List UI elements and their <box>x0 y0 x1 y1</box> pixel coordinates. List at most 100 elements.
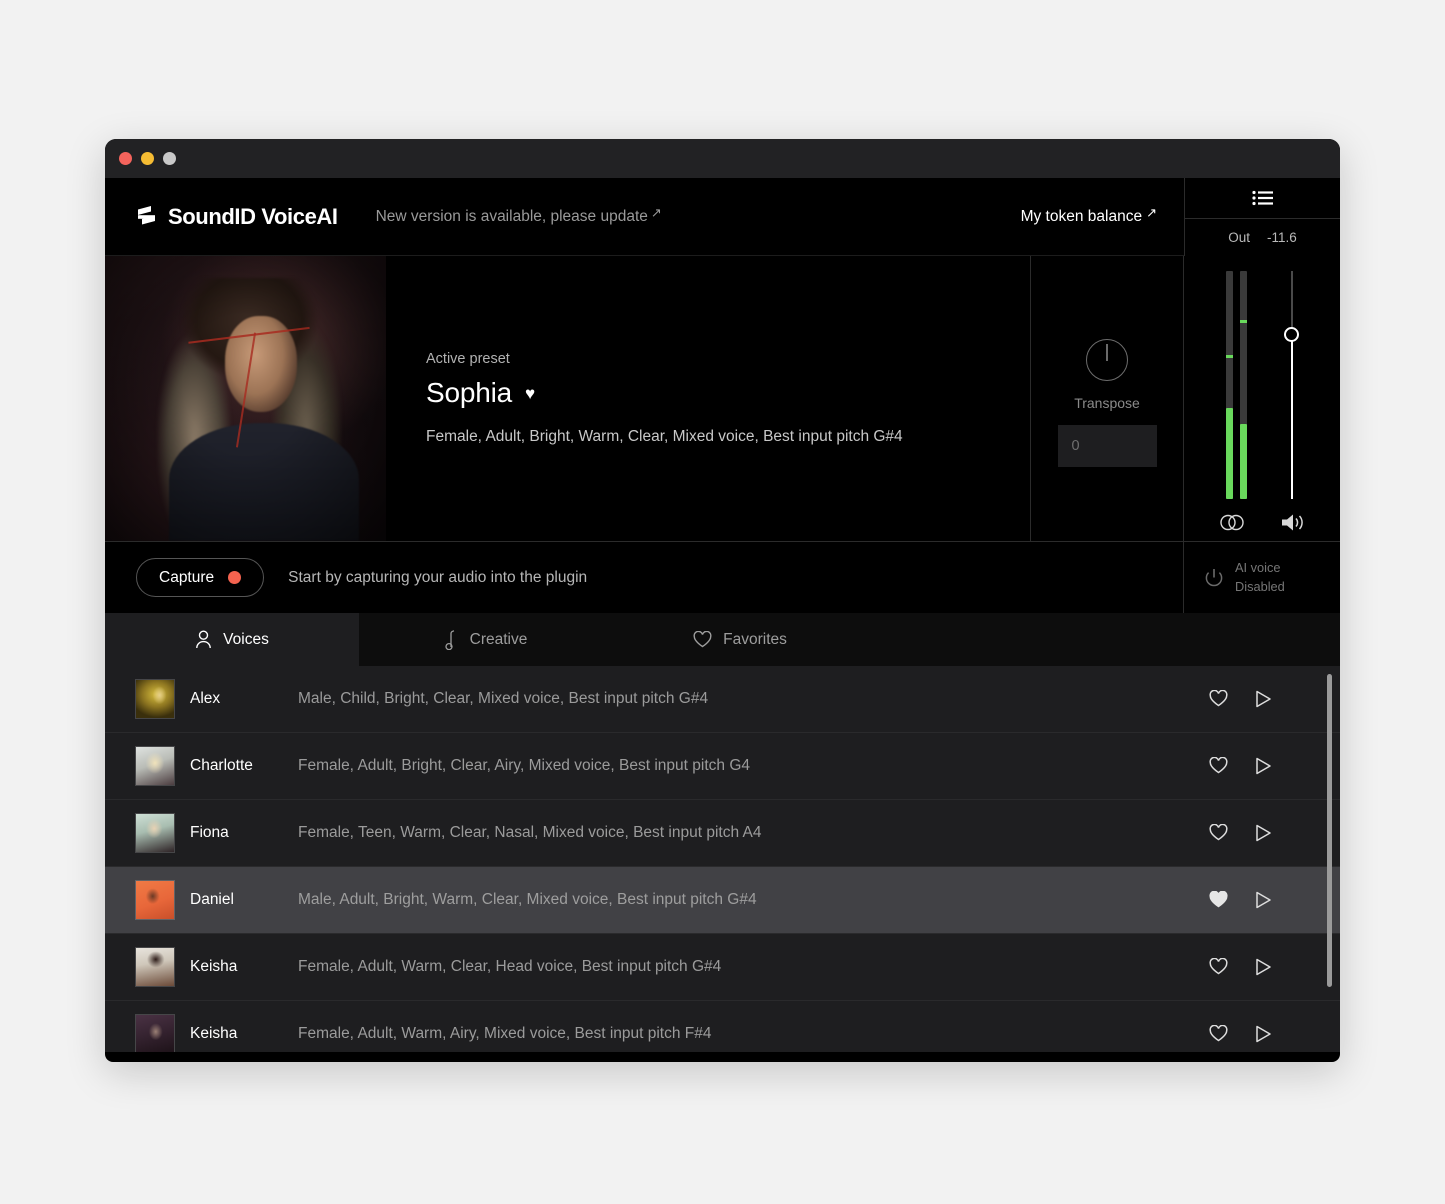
brand-title: SoundID VoiceAI <box>168 203 338 229</box>
table-row[interactable]: Fiona Female, Teen, Warm, Clear, Nasal, … <box>105 800 1340 867</box>
meter-header: Out -11.6 <box>1184 178 1340 256</box>
play-icon[interactable] <box>1255 824 1274 843</box>
keisha-1-avatar <box>135 947 175 987</box>
meter-wrap <box>1225 256 1299 499</box>
charlotte-avatar <box>135 746 175 786</box>
table-row[interactable]: Keisha Female, Adult, Warm, Clear, Head … <box>105 934 1340 1001</box>
transpose-panel: Transpose 0 <box>1031 256 1184 541</box>
play-icon[interactable] <box>1255 690 1274 709</box>
app-header: SoundID VoiceAI New version is available… <box>105 178 1340 256</box>
capture-button[interactable]: Capture <box>136 558 265 597</box>
external-link-icon: ↗ <box>650 204 662 220</box>
heart-icon[interactable] <box>1209 756 1228 776</box>
transpose-knob[interactable] <box>1086 339 1128 381</box>
tab-favorites-label: Favorites <box>723 630 787 648</box>
tab-bar: Voices Creative Favorites <box>105 613 1340 666</box>
voice-tags: Male, Adult, Bright, Warm, Clear, Mixed … <box>298 891 757 908</box>
level-meter-right <box>1239 271 1247 499</box>
heart-icon[interactable] <box>1209 1024 1228 1044</box>
voice-name: Charlotte <box>190 757 253 774</box>
output-fader[interactable] <box>1284 271 1299 499</box>
table-row[interactable]: Charlotte Female, Adult, Bright, Clear, … <box>105 733 1340 800</box>
heart-outline-icon <box>693 631 712 648</box>
voice-tags: Female, Adult, Warm, Airy, Mixed voice, … <box>298 1025 712 1042</box>
table-row[interactable]: Alex Male, Child, Bright, Clear, Mixed v… <box>105 666 1340 733</box>
tab-voices-label: Voices <box>223 630 269 648</box>
daniel-avatar <box>135 880 175 920</box>
heart-icon[interactable] <box>1209 890 1228 910</box>
external-link-icon: ↗ <box>1146 204 1157 220</box>
maximize-button[interactable] <box>163 152 176 165</box>
update-notice[interactable]: New version is available, please update … <box>375 204 662 226</box>
tab-creative-label: Creative <box>469 630 528 648</box>
output-meter-panel <box>1184 256 1340 541</box>
voice-name: Keisha <box>190 958 238 975</box>
voice-list-scrollbar[interactable] <box>1327 674 1332 987</box>
table-row[interactable]: Keisha Female, Adult, Warm, Airy, Mixed … <box>105 1001 1340 1052</box>
voice-list: Alex Male, Child, Bright, Clear, Mixed v… <box>105 666 1340 1052</box>
person-icon <box>195 630 212 649</box>
minimize-button[interactable] <box>141 152 154 165</box>
stereo-link-icon[interactable] <box>1219 514 1245 531</box>
capture-bar-left: Capture Start by capturing your audio in… <box>105 542 1184 613</box>
ai-voice-toggle[interactable]: AI voice Disabled <box>1184 542 1340 613</box>
heart-icon[interactable] <box>1209 689 1228 709</box>
voice-tags: Female, Adult, Bright, Clear, Airy, Mixe… <box>298 757 750 774</box>
level-meters <box>1225 271 1247 499</box>
level-meter-left <box>1225 271 1233 499</box>
soundid-logo-icon <box>135 204 158 230</box>
app-header-left: SoundID VoiceAI New version is available… <box>105 178 1184 256</box>
speaker-icon[interactable] <box>1281 513 1305 532</box>
power-icon[interactable] <box>1203 567 1225 589</box>
update-notice-label: New version is available, please update <box>375 207 648 225</box>
capture-bar: Capture Start by capturing your audio in… <box>105 541 1340 613</box>
plugin-window: SoundID VoiceAI New version is available… <box>105 139 1340 1062</box>
meter-footer <box>1219 513 1305 532</box>
active-preset-label: Active preset <box>426 351 510 367</box>
token-balance-link[interactable]: My token balance ↗ <box>1021 204 1157 226</box>
voice-tags: Female, Adult, Warm, Clear, Head voice, … <box>298 958 722 975</box>
page-root: SoundID VoiceAI New version is available… <box>0 0 1445 1204</box>
row-actions <box>1209 689 1340 709</box>
tab-bar-filler <box>867 613 1340 666</box>
out-value: -11.6 <box>1266 230 1297 245</box>
tab-creative[interactable]: Creative <box>359 613 613 666</box>
table-row[interactable]: Daniel Male, Adult, Bright, Warm, Clear,… <box>105 867 1340 934</box>
music-note-icon <box>444 629 459 650</box>
play-icon[interactable] <box>1255 757 1274 776</box>
ai-voice-state: Disabled <box>1235 578 1285 594</box>
voice-name: Fiona <box>190 824 229 841</box>
heart-icon[interactable] <box>1209 823 1228 843</box>
tab-voices[interactable]: Voices <box>105 613 359 666</box>
row-actions <box>1209 957 1340 977</box>
keisha-2-avatar <box>135 1014 175 1052</box>
row-actions <box>1209 1024 1340 1044</box>
tab-favorites[interactable]: Favorites <box>613 613 867 666</box>
preset-list-button[interactable] <box>1185 178 1340 219</box>
active-preset-panel: Active preset Sophia ♥ Female, Adult, Br… <box>386 256 1031 541</box>
window-titlebar <box>105 139 1340 178</box>
voice-name: Keisha <box>190 1025 238 1042</box>
fiona-avatar <box>135 813 175 853</box>
close-button[interactable] <box>119 152 132 165</box>
ai-voice-label: AI voice <box>1235 559 1281 575</box>
voice-name: Alex <box>190 690 221 707</box>
row-actions <box>1209 890 1340 910</box>
capture-button-label: Capture <box>159 568 215 586</box>
play-icon[interactable] <box>1255 958 1274 977</box>
transpose-value-field[interactable]: 0 <box>1057 425 1157 467</box>
play-icon[interactable] <box>1255 891 1274 910</box>
row-actions <box>1209 756 1340 776</box>
voice-name: Daniel <box>190 891 234 908</box>
heart-icon[interactable] <box>1209 957 1228 977</box>
heart-filled-icon[interactable]: ♥ <box>525 385 535 402</box>
record-dot-icon <box>228 571 242 584</box>
hero-section: Active preset Sophia ♥ Female, Adult, Br… <box>105 256 1340 541</box>
preset-portrait-image <box>105 256 386 541</box>
output-level-readout: Out -11.6 <box>1185 219 1340 256</box>
play-icon[interactable] <box>1255 1025 1274 1044</box>
voice-tags: Male, Child, Bright, Clear, Mixed voice,… <box>298 690 709 707</box>
preset-tags: Female, Adult, Bright, Warm, Clear, Mixe… <box>426 428 903 445</box>
voice-tags: Female, Teen, Warm, Clear, Nasal, Mixed … <box>298 824 762 841</box>
out-label: Out <box>1228 230 1250 245</box>
